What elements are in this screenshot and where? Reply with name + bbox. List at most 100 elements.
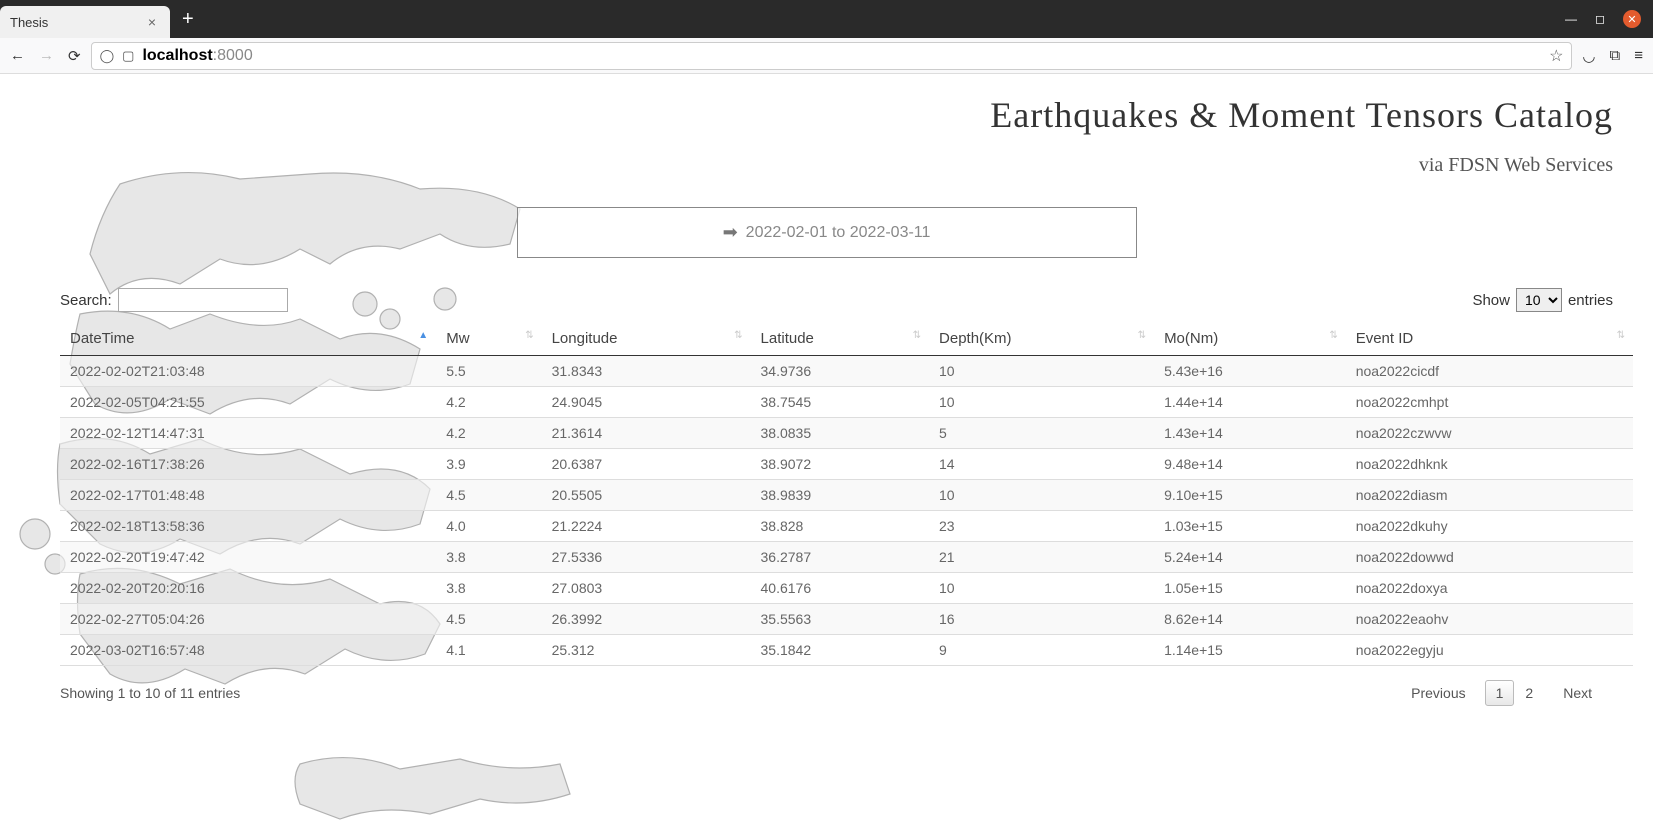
sort-indicator-icon: ⇅ (1617, 330, 1625, 341)
show-label-after: entries (1568, 292, 1613, 309)
tab-title: Thesis (10, 15, 48, 30)
reload-icon[interactable]: ⟳ (68, 47, 81, 65)
tab-bar: Thesis × + (0, 0, 194, 38)
extensions-icon[interactable]: ⧉ (1610, 47, 1621, 64)
column-header-longitude[interactable]: Longitude⇅ (542, 322, 751, 356)
cell-lon: 27.5336 (542, 542, 751, 573)
window-controls: — ◻ ✕ (1565, 10, 1653, 28)
table-row[interactable]: 2022-02-12T14:47:314.221.361438.083551.4… (60, 418, 1633, 449)
column-header-latitude[interactable]: Latitude⇅ (751, 322, 930, 356)
cell-lat: 34.9736 (751, 356, 930, 387)
cell-lat: 38.7545 (751, 387, 930, 418)
cell-mw: 4.5 (436, 604, 541, 635)
search-input[interactable] (118, 288, 288, 312)
cell-mo: 1.14e+15 (1154, 635, 1346, 666)
table-row[interactable]: 2022-02-20T20:20:163.827.080340.6176101.… (60, 573, 1633, 604)
page-header: Earthquakes & Moment Tensors Catalog via… (0, 84, 1653, 177)
url-bar[interactable]: ◯ ▢ localhost:8000 ☆ (91, 42, 1573, 70)
table-row[interactable]: 2022-02-18T13:58:364.021.222438.828231.0… (60, 511, 1633, 542)
cell-mo: 5.43e+16 (1154, 356, 1346, 387)
close-window-icon[interactable]: ✕ (1623, 10, 1641, 28)
cell-mw: 3.8 (436, 542, 541, 573)
cell-mw: 5.5 (436, 356, 541, 387)
new-tab-button[interactable]: + (182, 8, 194, 31)
cell-event_id: noa2022eaohv (1346, 604, 1633, 635)
cell-mw: 3.8 (436, 573, 541, 604)
table-row[interactable]: 2022-02-27T05:04:264.526.399235.5563168.… (60, 604, 1633, 635)
cell-datetime: 2022-02-12T14:47:31 (60, 418, 436, 449)
table-row[interactable]: 2022-03-02T16:57:484.125.31235.184291.14… (60, 635, 1633, 666)
cell-depth: 10 (929, 356, 1154, 387)
menu-icon[interactable]: ≡ (1634, 47, 1643, 64)
cell-depth: 21 (929, 542, 1154, 573)
cell-mo: 1.43e+14 (1154, 418, 1346, 449)
table-row[interactable]: 2022-02-05T04:21:554.224.904538.7545101.… (60, 387, 1633, 418)
cell-mo: 1.03e+15 (1154, 511, 1346, 542)
minimize-icon[interactable]: — (1565, 12, 1577, 26)
cell-lat: 40.6176 (751, 573, 930, 604)
cell-datetime: 2022-02-20T19:47:42 (60, 542, 436, 573)
bookmark-star-icon[interactable]: ☆ (1549, 46, 1563, 66)
table-row[interactable]: 2022-02-20T19:47:423.827.533636.2787215.… (60, 542, 1633, 573)
table-row[interactable]: 2022-02-16T17:38:263.920.638738.9072149.… (60, 449, 1633, 480)
cell-event_id: noa2022dowwd (1346, 542, 1633, 573)
cell-datetime: 2022-02-27T05:04:26 (60, 604, 436, 635)
cell-lon: 20.5505 (542, 480, 751, 511)
search-wrap: Search: (60, 288, 288, 312)
cell-lat: 38.9072 (751, 449, 930, 480)
page-title: Earthquakes & Moment Tensors Catalog (0, 94, 1613, 136)
cell-mo: 9.48e+14 (1154, 449, 1346, 480)
cell-mw: 4.1 (436, 635, 541, 666)
table-row[interactable]: 2022-02-02T21:03:485.531.834334.9736105.… (60, 356, 1633, 387)
column-header-datetime[interactable]: DateTime▲ (60, 322, 436, 356)
cell-lon: 20.6387 (542, 449, 751, 480)
cell-event_id: noa2022czwvw (1346, 418, 1633, 449)
cell-datetime: 2022-02-20T20:20:16 (60, 573, 436, 604)
table-controls: Search: Show 10 entries (0, 258, 1653, 322)
pocket-icon[interactable]: ◡ (1582, 47, 1595, 65)
table-body: 2022-02-02T21:03:485.531.834334.9736105.… (60, 356, 1633, 666)
url-host: localhost:8000 (142, 47, 252, 65)
cell-depth: 16 (929, 604, 1154, 635)
cell-mo: 1.05e+15 (1154, 573, 1346, 604)
cell-mo: 1.44e+14 (1154, 387, 1346, 418)
column-header-monm[interactable]: Mo(Nm)⇅ (1154, 322, 1346, 356)
cell-depth: 10 (929, 387, 1154, 418)
cell-lat: 36.2787 (751, 542, 930, 573)
maximize-icon[interactable]: ◻ (1595, 12, 1605, 26)
sort-indicator-icon: ⇅ (1329, 330, 1337, 341)
cell-mw: 4.2 (436, 418, 541, 449)
address-bar: ← → ⟳ ◯ ▢ localhost:8000 ☆ ◡ ⧉ ≡ (0, 38, 1653, 74)
search-label: Search: (60, 292, 112, 309)
forward-icon[interactable]: → (39, 47, 54, 64)
cell-depth: 9 (929, 635, 1154, 666)
table-row[interactable]: 2022-02-17T01:48:484.520.550538.9839109.… (60, 480, 1633, 511)
table-info: Showing 1 to 10 of 11 entries (60, 685, 240, 701)
prev-page-button[interactable]: Previous (1400, 680, 1476, 706)
column-header-eventid[interactable]: Event ID⇅ (1346, 322, 1633, 356)
page-number-button[interactable]: 2 (1514, 680, 1544, 706)
browser-titlebar: Thesis × + — ◻ ✕ (0, 0, 1653, 38)
cell-lon: 27.0803 (542, 573, 751, 604)
cell-event_id: noa2022cmhpt (1346, 387, 1633, 418)
cell-depth: 23 (929, 511, 1154, 542)
browser-tab[interactable]: Thesis × (0, 6, 170, 38)
cell-event_id: noa2022dkuhy (1346, 511, 1633, 542)
cell-lat: 35.5563 (751, 604, 930, 635)
back-icon[interactable]: ← (10, 47, 25, 64)
cell-lat: 35.1842 (751, 635, 930, 666)
tab-close-icon[interactable]: × (144, 14, 160, 30)
next-page-button[interactable]: Next (1552, 680, 1603, 706)
column-header-depthkm[interactable]: Depth(Km)⇅ (929, 322, 1154, 356)
cell-lat: 38.9839 (751, 480, 930, 511)
date-range-input[interactable]: ➡ 2022-02-01 to 2022-03-11 (517, 207, 1137, 258)
cell-depth: 10 (929, 480, 1154, 511)
cell-lon: 24.9045 (542, 387, 751, 418)
cell-depth: 5 (929, 418, 1154, 449)
cell-lat: 38.828 (751, 511, 930, 542)
sort-indicator-icon: ▲ (418, 330, 428, 341)
column-header-mw[interactable]: Mw⇅ (436, 322, 541, 356)
cell-mo: 8.62e+14 (1154, 604, 1346, 635)
show-entries-select[interactable]: 10 (1516, 288, 1562, 312)
page-number-button[interactable]: 1 (1485, 680, 1515, 706)
